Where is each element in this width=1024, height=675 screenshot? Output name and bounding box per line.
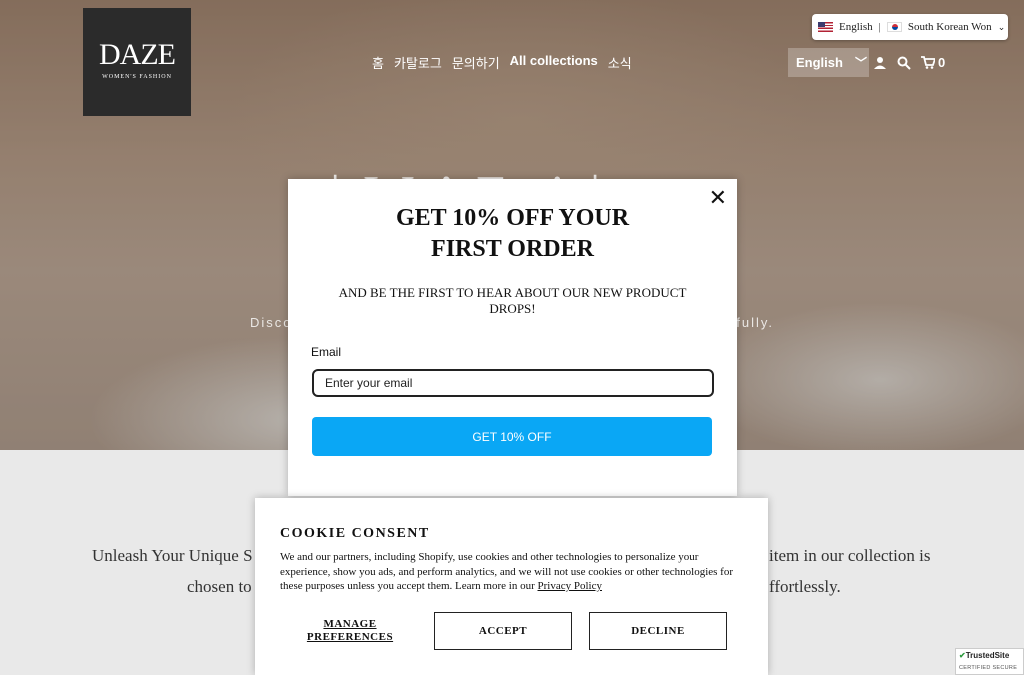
cart-button[interactable]: 0: [921, 55, 945, 70]
cart-icon: [921, 56, 935, 69]
decline-button[interactable]: DECLINE: [589, 612, 727, 650]
cookie-body: We and our partners, including Shopify, …: [280, 550, 750, 594]
divider: |: [878, 21, 881, 33]
nav-item-all-collections[interactable]: All collections: [510, 53, 598, 72]
hero-subtitle-right: fully.: [736, 315, 774, 330]
email-label: Email: [311, 345, 342, 359]
korea-flag-icon: [886, 22, 902, 32]
nav-item-news[interactable]: 소식: [608, 53, 632, 72]
privacy-policy-link[interactable]: Privacy Policy: [538, 580, 602, 592]
header-icons: 0: [873, 55, 945, 70]
cart-count: 0: [938, 55, 946, 70]
cookie-title: COOKIE CONSENT: [280, 526, 430, 541]
chevron-down-icon: ⌄: [997, 21, 1006, 32]
language-select-value: English: [796, 55, 843, 70]
popup-headline: GET 10% OFF YOUR FIRST ORDER: [395, 205, 630, 262]
logo-title: DAZE: [99, 38, 176, 71]
get-discount-button[interactable]: GET 10% OFF: [312, 417, 712, 456]
cookie-body-text: We and our partners, including Shopify, …: [280, 551, 734, 592]
nav-item-contact[interactable]: 문의하기: [452, 53, 500, 72]
trustedsite-badge[interactable]: ✔TrustedSite CERTIFIED SECURE: [955, 648, 1024, 675]
currency-label: South Korean Won: [907, 21, 992, 33]
logo-subtitle: WOMEN'S FASHION: [102, 74, 172, 80]
nav-item-home[interactable]: 홈: [372, 53, 384, 72]
chevron-down-icon: ﹀: [854, 56, 867, 70]
intro-line2-left: chosen to: [187, 577, 252, 596]
language-label: English: [839, 21, 873, 33]
manage-preferences-button[interactable]: MANAGE PREFERENCES: [295, 618, 405, 644]
main-nav: 홈 카탈로그 문의하기 All collections 소식: [372, 53, 632, 72]
popup-subtext: AND BE THE FIRST TO HEAR ABOUT OUR NEW P…: [338, 285, 687, 316]
intro-line1-left: Unleash Your Unique S: [92, 546, 253, 565]
accept-button[interactable]: ACCEPT: [434, 612, 572, 650]
account-icon[interactable]: [873, 56, 887, 70]
us-flag-icon: [818, 22, 833, 32]
discount-popup: ✕ GET 10% OFF YOUR FIRST ORDER AND BE TH…: [288, 179, 737, 496]
search-icon[interactable]: [897, 56, 911, 70]
intro-line2-right: ffortlessly.: [769, 577, 841, 596]
hero-subtitle-left: Disco: [250, 315, 293, 330]
site-logo[interactable]: DAZE WOMEN'S FASHION: [83, 8, 191, 116]
nav-item-catalog[interactable]: 카탈로그: [394, 53, 442, 72]
trusted-caption: CERTIFIED SECURE: [959, 665, 1018, 671]
checkmark-icon: ✔: [959, 651, 966, 660]
language-currency-selector[interactable]: English | South Korean Won ⌄: [812, 14, 1008, 40]
language-select[interactable]: English ﹀: [788, 48, 869, 77]
email-field[interactable]: [312, 369, 714, 397]
trusted-name: TrustedSite: [965, 651, 1010, 660]
intro-line1-right: item in our collection is: [769, 546, 931, 565]
cookie-consent-banner: COOKIE CONSENT We and our partners, incl…: [255, 498, 768, 675]
